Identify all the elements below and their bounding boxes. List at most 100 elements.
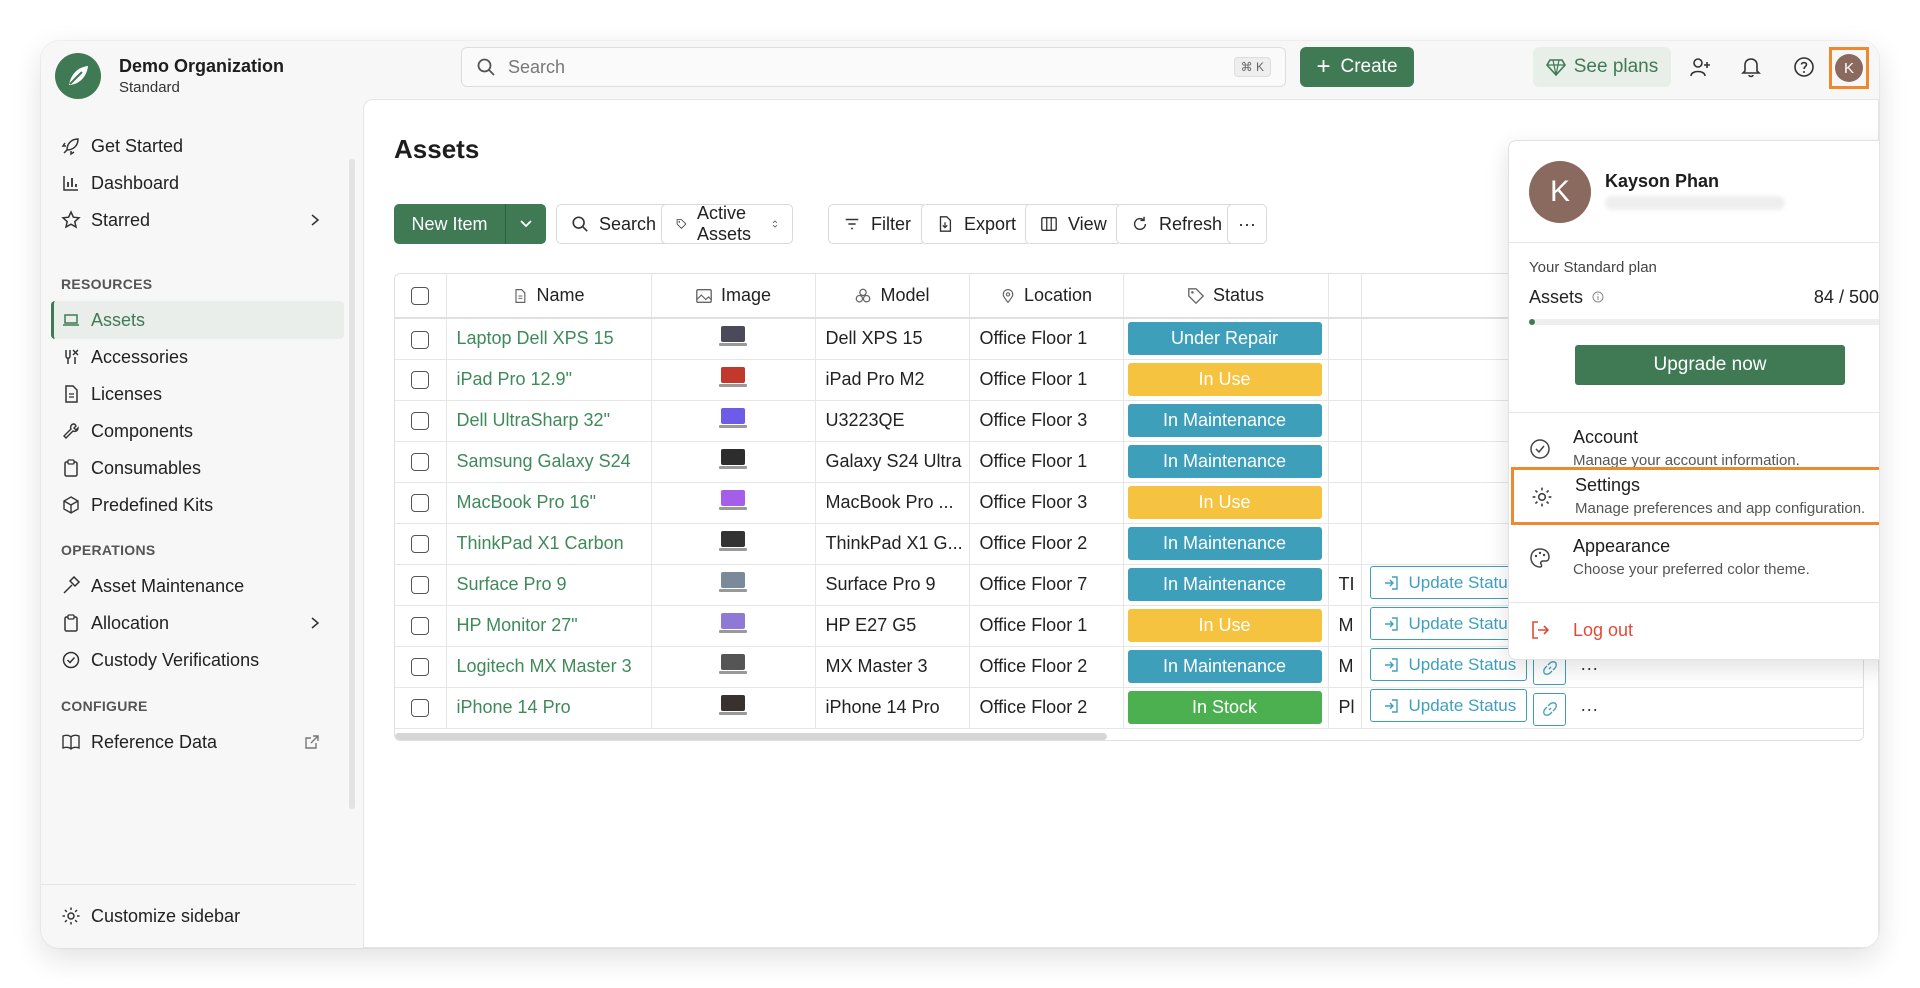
columns-icon	[1041, 217, 1057, 231]
row-checkbox[interactable]	[411, 535, 430, 554]
asset-name-link[interactable]: Surface Pro 9	[446, 564, 652, 606]
row-select-cell	[395, 646, 447, 688]
row-checkbox[interactable]	[411, 617, 430, 636]
asset-extra	[1328, 441, 1362, 483]
org-switcher[interactable]: Demo Organization Standard	[55, 53, 284, 99]
global-search-input[interactable]: Search ⌘ K	[461, 47, 1286, 87]
filter-button[interactable]: Filter	[828, 204, 926, 244]
row-checkbox[interactable]	[411, 658, 430, 677]
login-arrow-icon	[1384, 699, 1398, 713]
link-icon	[1542, 661, 1557, 675]
asset-status-cell: Under Repair	[1123, 318, 1329, 360]
top-bar: Demo Organization Standard Search ⌘ K + …	[41, 41, 1879, 99]
add-user-icon[interactable]	[1684, 51, 1716, 83]
sidebar-item-assets[interactable]: Assets	[51, 301, 344, 339]
asset-name-link[interactable]: Logitech MX Master 3	[446, 646, 652, 688]
new-item-dropdown[interactable]	[506, 204, 546, 244]
sidebar-item-reference-data[interactable]: Reference Data	[51, 723, 344, 761]
update-status-button[interactable]: Update Status	[1369, 648, 1528, 682]
col-image[interactable]: Image	[651, 274, 816, 319]
table-row[interactable]: iPhone 14 Pro iPhone 14 Pro Office Floor 2…	[395, 687, 1863, 729]
sidebar-item-asset-maintenance[interactable]: Asset Maintenance	[51, 567, 344, 605]
status-badge: In Maintenance	[1127, 650, 1322, 683]
asset-name-link[interactable]: Laptop Dell XPS 15	[446, 318, 652, 360]
sidebar-item-consumables[interactable]: Consumables	[51, 449, 344, 487]
col-status[interactable]: Status	[1123, 274, 1329, 319]
export-button[interactable]: Export	[921, 204, 1032, 244]
horizontal-scrollbar[interactable]	[395, 733, 1107, 740]
asset-name-link[interactable]: MacBook Pro 16"	[446, 482, 652, 524]
col-name[interactable]: Name	[446, 274, 652, 319]
row-checkbox[interactable]	[411, 412, 430, 431]
update-status-button[interactable]: Update Status	[1369, 566, 1528, 600]
assets-usage-fill	[1529, 319, 1536, 325]
sidebar-item-label: Starred	[91, 209, 151, 230]
row-more-button[interactable]: ···	[1580, 699, 1598, 720]
sidebar-item-components[interactable]: Components	[51, 412, 344, 450]
menu-item-settings[interactable]: Settings Manage preferences and app conf…	[1511, 467, 1879, 525]
help-icon[interactable]	[1788, 51, 1820, 83]
menu-item-subtitle: Choose your preferred color theme.	[1573, 561, 1810, 578]
row-checkbox[interactable]	[411, 494, 430, 513]
sidebar-item-get-started[interactable]: Get Started	[51, 127, 344, 165]
col-location[interactable]: Location	[969, 274, 1124, 319]
refresh-button[interactable]: Refresh	[1116, 204, 1238, 244]
sidebar-item-starred[interactable]: Starred	[51, 201, 344, 239]
row-checkbox[interactable]	[411, 576, 430, 595]
user-avatar-button[interactable]: K	[1829, 47, 1869, 89]
avatar: K	[1529, 161, 1591, 223]
sidebar-item-custody-verifications[interactable]: Custody Verifications	[51, 641, 344, 679]
see-plans-button[interactable]: See plans	[1533, 47, 1671, 87]
asset-name-link[interactable]: Dell UltraSharp 32"	[446, 400, 652, 442]
select-all-cell	[395, 274, 447, 319]
update-status-button[interactable]: Update Status	[1369, 689, 1528, 723]
link-button[interactable]	[1533, 692, 1567, 726]
customize-sidebar-button[interactable]: Customize sidebar	[51, 897, 344, 935]
menu-item-appearance[interactable]: Appearance Choose your preferred color t…	[1509, 528, 1879, 586]
asset-model: MX Master 3	[815, 646, 970, 688]
upgrade-now-button[interactable]: Upgrade now	[1575, 345, 1845, 385]
sidebar-item-licenses[interactable]: Licenses	[51, 375, 344, 413]
row-checkbox[interactable]	[411, 371, 430, 390]
row-checkbox[interactable]	[411, 453, 430, 472]
asset-extra	[1328, 523, 1362, 565]
new-item-button[interactable]: New Item	[394, 204, 506, 244]
col-model[interactable]: Model	[815, 274, 970, 319]
row-more-button[interactable]: ···	[1580, 658, 1598, 679]
sidebar-item-label: Assets	[91, 309, 146, 330]
active-assets-select[interactable]: Active Assets	[661, 203, 794, 244]
asset-name-link[interactable]: iPhone 14 Pro	[446, 687, 652, 729]
bell-icon[interactable]	[1735, 51, 1767, 83]
asset-name-link[interactable]: Samsung Galaxy S24	[446, 441, 652, 483]
page-title: Assets	[394, 134, 480, 164]
update-status-button[interactable]: Update Status	[1369, 607, 1528, 641]
sidebar-scrollbar[interactable]	[349, 159, 355, 809]
sidebar-item-dashboard[interactable]: Dashboard	[51, 164, 344, 202]
sidebar-item-predefined-kits[interactable]: Predefined Kits	[51, 486, 344, 524]
select-all-checkbox[interactable]	[411, 287, 430, 306]
clipboard-icon	[64, 459, 78, 477]
more-options-button[interactable]: ···	[1227, 204, 1267, 244]
asset-status-cell: In Maintenance	[1123, 400, 1329, 442]
status-badge: In Use	[1127, 363, 1322, 396]
asset-thumbnail-icon	[719, 572, 747, 592]
row-checkbox[interactable]	[411, 330, 430, 349]
asset-name-link[interactable]: HP Monitor 27"	[446, 605, 652, 647]
asset-location: Office Floor 2	[969, 646, 1124, 688]
asset-image-cell	[651, 482, 816, 524]
asset-name-link[interactable]: ThinkPad X1 Carbon	[446, 523, 652, 565]
create-button[interactable]: + Create	[1300, 47, 1414, 87]
sidebar-item-accessories[interactable]: Accessories	[51, 338, 344, 376]
logout-button[interactable]: Log out	[1509, 609, 1879, 651]
search-button[interactable]: Search	[556, 204, 672, 244]
asset-image-cell	[651, 605, 816, 647]
asset-extra	[1328, 482, 1362, 524]
sidebar-item-allocation[interactable]: Allocation	[51, 604, 344, 642]
sidebar-item-label: Predefined Kits	[91, 494, 214, 515]
asset-name-link[interactable]: iPad Pro 12.9"	[446, 359, 652, 401]
logout-icon	[1532, 621, 1550, 639]
asset-location: Office Floor 1	[969, 441, 1124, 483]
update-status-label: Update Status	[1408, 695, 1517, 715]
view-button[interactable]: View	[1025, 204, 1122, 244]
row-checkbox[interactable]	[411, 699, 430, 718]
